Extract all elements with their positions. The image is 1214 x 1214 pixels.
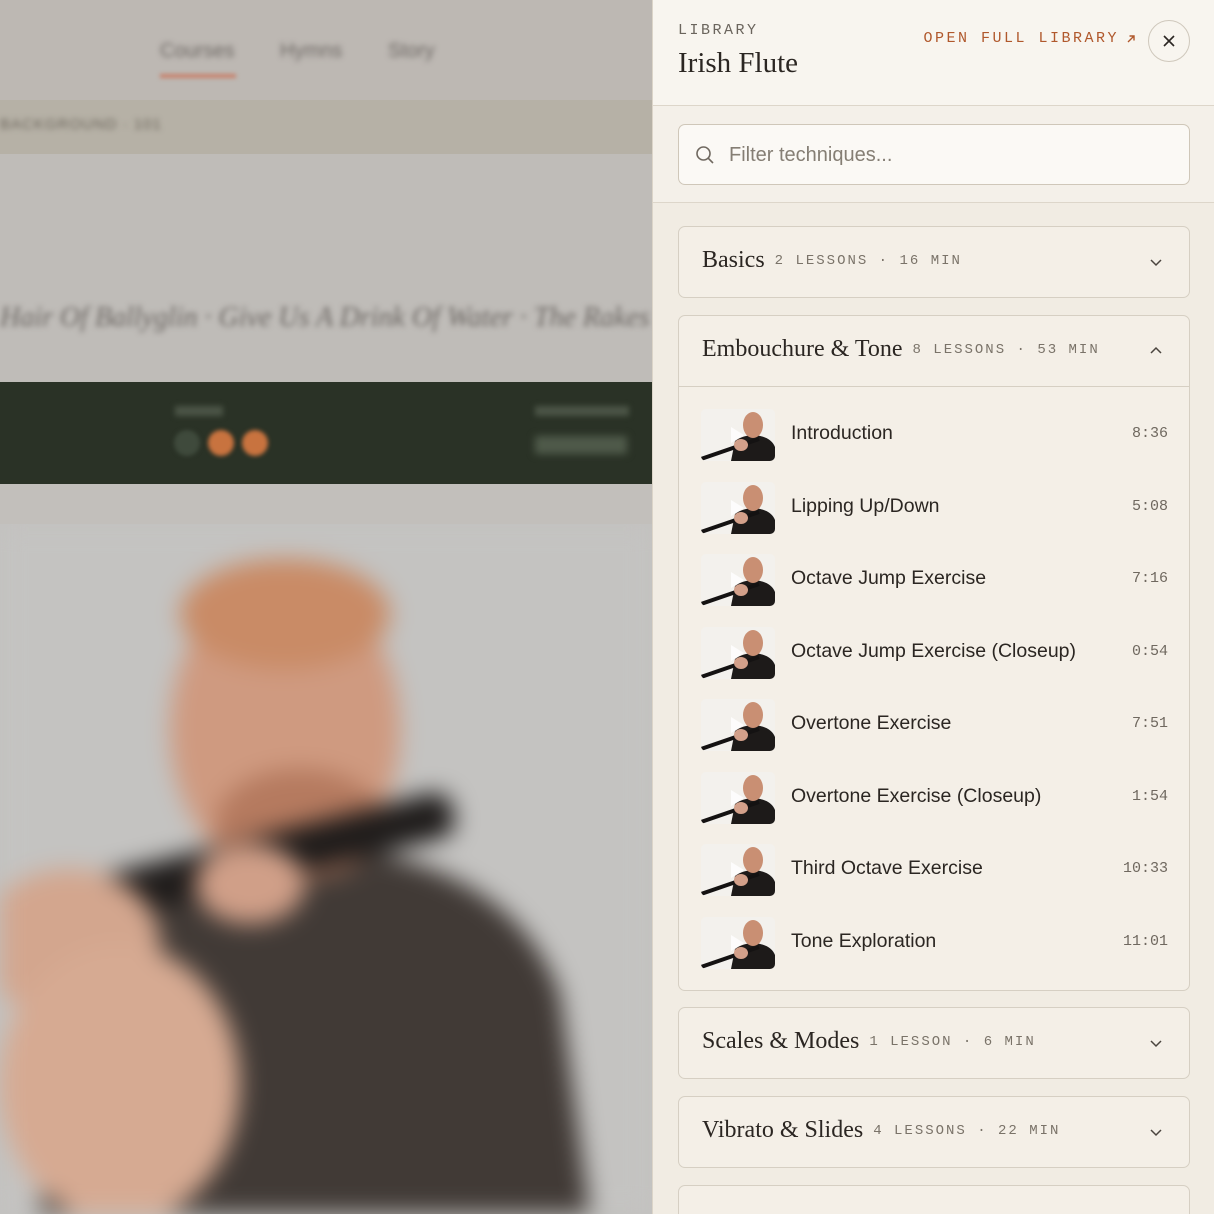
open-full-library-label: OPEN FULL LIBRARY (923, 30, 1119, 47)
background-video[interactable] (0, 524, 652, 1214)
level-dot (242, 430, 268, 456)
open-full-library-link[interactable]: OPEN FULL LIBRARY (923, 30, 1137, 47)
section-scales-modes: Scales & Modes 1 LESSON · 6 MIN (678, 1007, 1190, 1079)
section-vibrato-slides: Vibrato & Slides 4 LESSONS · 22 MIN (678, 1096, 1190, 1168)
close-icon (1163, 35, 1175, 47)
lesson-item[interactable]: Tone Exploration 11:01 (701, 914, 1168, 972)
panel-title: Irish Flute (678, 47, 799, 79)
section-embouchure-tone: Embouchure & Tone 8 LESSONS · 53 MIN Intr… (678, 315, 1190, 991)
lesson-thumbnail (701, 917, 775, 969)
lesson-duration: 7:16 (1131, 570, 1168, 587)
background-info-band (0, 382, 652, 484)
section-header[interactable]: Scales & Modes 1 LESSON · 6 MIN (679, 1008, 1189, 1078)
lesson-title: Overtone Exercise (Closeup) (791, 785, 1042, 807)
lesson-duration: 5:08 (1131, 498, 1168, 515)
level-dot (208, 430, 234, 456)
search-box[interactable] (678, 124, 1190, 185)
lesson-item[interactable]: Overtone Exercise 7:51 (701, 696, 1168, 754)
lesson-title: Third Octave Exercise (791, 857, 983, 879)
search-icon (696, 146, 714, 164)
lesson-thumbnail (701, 699, 775, 751)
library-panel: LIBRARY Irish Flute OPEN FULL LIBRARY Ba… (652, 0, 1214, 1214)
chevron-down-icon (1150, 1129, 1162, 1137)
panel-header: LIBRARY Irish Flute OPEN FULL LIBRARY (653, 0, 1214, 106)
close-button[interactable] (1148, 20, 1190, 62)
lesson-duration: 10:33 (1122, 860, 1168, 877)
background-nav-tab[interactable]: Courses (160, 40, 234, 63)
chevron-up-icon (1150, 346, 1162, 354)
lesson-item[interactable]: Introduction 8:36 (701, 406, 1168, 464)
lesson-item[interactable]: Octave Jump Exercise (Closeup) 0:54 (701, 624, 1168, 682)
external-link-icon (1127, 34, 1135, 42)
lesson-item[interactable]: Lipping Up/Down 5:08 (701, 479, 1168, 537)
background-hero-text: Hair Of Ballyglin · Give Us A Drink Of W… (0, 302, 652, 333)
background-breadcrumb: BACKGROUND · 101 (0, 100, 652, 154)
lesson-title: Introduction (791, 422, 893, 444)
lesson-list: Introduction 8:36 Lipping Up/Down 5:08 O… (679, 386, 1189, 969)
lesson-title: Lipping Up/Down (791, 495, 940, 517)
section-meta: 1 LESSON · 6 MIN (869, 1034, 1036, 1050)
chevron-down-icon (1150, 1040, 1162, 1048)
lesson-thumbnail (701, 554, 775, 606)
filter-techniques-input[interactable] (729, 135, 1169, 175)
background-band-label (175, 406, 223, 416)
background-hero: Hair Of Ballyglin · Give Us A Drink Of W… (0, 154, 652, 382)
lesson-duration: 11:01 (1122, 933, 1168, 950)
section-meta: 4 LESSONS · 22 MIN (873, 1123, 1061, 1139)
section-header[interactable]: Embouchure & Tone 8 LESSONS · 53 MIN (679, 316, 1189, 386)
section-title: Basics (702, 247, 765, 273)
section-header[interactable]: Basics 2 LESSONS · 16 MIN (679, 227, 1189, 297)
section-title: Vibrato & Slides (702, 1117, 864, 1143)
section-basics: Basics 2 LESSONS · 16 MIN (678, 226, 1190, 298)
background-page: Courses Hymns Story BACKGROUND · 101 Hai… (0, 0, 652, 1214)
lesson-duration: 7:51 (1131, 715, 1168, 732)
lesson-title: Octave Jump Exercise (Closeup) (791, 640, 1077, 662)
section-title: Scales & Modes (702, 1028, 860, 1054)
lesson-duration: 1:54 (1131, 788, 1168, 805)
lesson-title: Tone Exploration (791, 930, 937, 952)
chevron-down-icon (1150, 259, 1162, 267)
background-nav: Courses Hymns Story (0, 0, 652, 100)
lesson-item[interactable]: Third Octave Exercise 10:33 (701, 841, 1168, 899)
search-bar (653, 106, 1214, 203)
lesson-thumbnail (701, 627, 775, 679)
lesson-thumbnail (701, 772, 775, 824)
lesson-title: Octave Jump Exercise (791, 567, 987, 589)
background-nav-tab[interactable]: Story (388, 40, 435, 63)
lesson-title: Overtone Exercise (791, 712, 952, 734)
active-tab-underline (160, 74, 236, 78)
panel-eyebrow: LIBRARY (678, 22, 759, 39)
section-header[interactable]: Vibrato & Slides 4 LESSONS · 22 MIN (679, 1097, 1189, 1167)
background-band-value (535, 436, 627, 454)
lesson-item[interactable]: Octave Jump Exercise 7:16 (701, 551, 1168, 609)
background-nav-tab[interactable]: Hymns (280, 40, 342, 63)
background-breadcrumb-text: BACKGROUND · 101 (0, 116, 162, 133)
section-title: Embouchure & Tone (702, 336, 903, 362)
level-dot (174, 430, 200, 456)
lesson-duration: 0:54 (1131, 643, 1168, 660)
lesson-item[interactable]: Overtone Exercise (Closeup) 1:54 (701, 769, 1168, 827)
section-meta: 8 LESSONS · 53 MIN (912, 342, 1100, 358)
background-band-label (535, 406, 629, 416)
lesson-thumbnail (701, 409, 775, 461)
section-meta: 2 LESSONS · 16 MIN (774, 253, 962, 269)
lesson-thumbnail (701, 844, 775, 896)
lesson-duration: 8:36 (1131, 425, 1168, 442)
section-next-partial[interactable] (678, 1185, 1190, 1214)
lesson-thumbnail (701, 482, 775, 534)
background-divider (0, 484, 652, 524)
flute-player-photo (0, 524, 652, 1214)
